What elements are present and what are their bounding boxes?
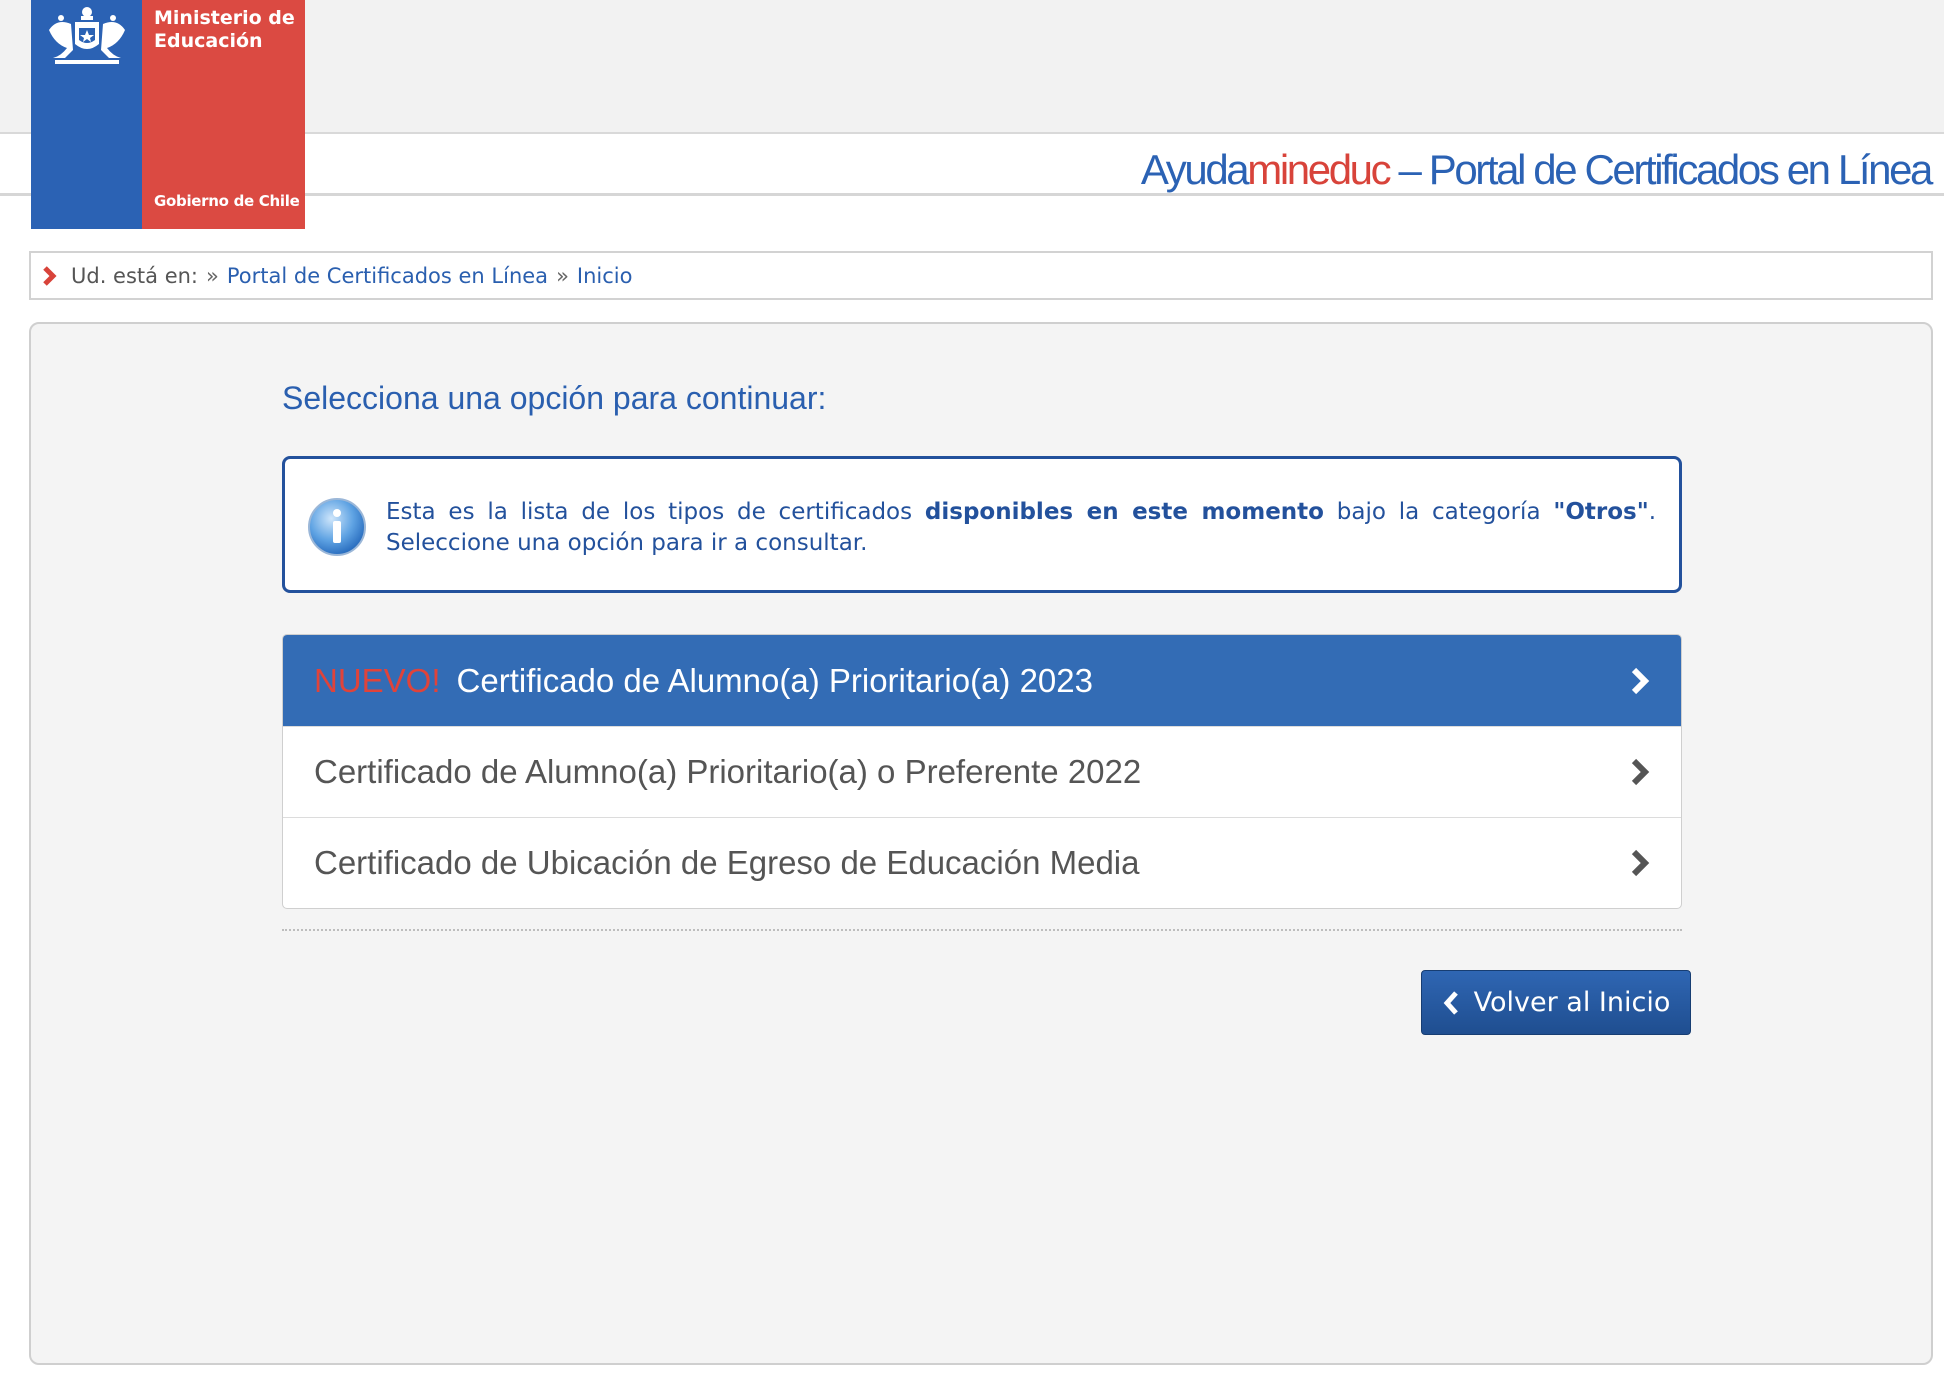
back-button-label: Volver al Inicio	[1473, 987, 1671, 1018]
site-title-mineduc: mineduc	[1247, 146, 1391, 193]
chevron-left-icon	[1443, 990, 1458, 1015]
info-text-a: Esta es la lista de los tipos de certifi…	[386, 499, 925, 525]
option-ubicacion-egreso[interactable]: Certificado de Ubicación de Egreso de Ed…	[283, 817, 1681, 908]
option-label: Certificado de Ubicación de Egreso de Ed…	[314, 844, 1140, 881]
chevron-right-icon	[1631, 849, 1650, 877]
option-label: Certificado de Alumno(a) Prioritario(a) …	[456, 661, 1093, 699]
divider	[282, 929, 1682, 931]
logo-blue-panel	[31, 0, 142, 229]
breadcrumb-link-portal[interactable]: Portal de Certificados en Línea	[227, 264, 548, 288]
breadcrumb-link-inicio[interactable]: Inicio	[577, 264, 633, 288]
option-prioritario-2023[interactable]: NUEVO! Certificado de Alumno(a) Priorita…	[283, 635, 1681, 726]
info-text-b: bajo la categoría	[1323, 499, 1554, 525]
option-label: Certificado de Alumno(a) Prioritario(a) …	[314, 753, 1142, 790]
back-to-home-button[interactable]: Volver al Inicio	[1421, 970, 1691, 1035]
site-title-portal: – Portal de Certificados en Línea	[1389, 146, 1933, 193]
info-icon	[308, 498, 366, 556]
chevron-right-icon	[1631, 758, 1650, 786]
breadcrumb-label: Ud. está en:	[71, 263, 198, 288]
chevron-right-icon	[1631, 667, 1650, 694]
chile-coat-of-arms-icon	[49, 7, 125, 64]
option-prioritario-preferente-2022[interactable]: Certificado de Alumno(a) Prioritario(a) …	[283, 726, 1681, 817]
site-title: Ayudamineduc – Portal de Certificados en…	[1140, 146, 1933, 194]
certificate-options-list: NUEVO! Certificado de Alumno(a) Priorita…	[282, 634, 1682, 909]
main-panel: Selecciona una opción para continuar: Es…	[29, 322, 1933, 1365]
logo-government-text: Gobierno de Chile	[154, 192, 300, 210]
logo-red-panel: Ministerio de Educación Gobierno de Chil…	[142, 0, 305, 229]
breadcrumb: Ud. está en: » Portal de Certificados en…	[29, 251, 1933, 300]
ministry-logo[interactable]: Ministerio de Educación Gobierno de Chil…	[31, 0, 305, 229]
page-prompt: Selecciona una opción para continuar:	[282, 380, 827, 416]
new-badge: NUEVO!	[314, 661, 441, 699]
logo-ministry-text: Ministerio de Educación	[154, 7, 295, 52]
info-text-quoted: "Otros"	[1553, 499, 1649, 525]
site-title-ayuda: Ayuda	[1140, 146, 1250, 193]
info-text: Esta es la lista de los tipos de certifi…	[386, 497, 1656, 559]
breadcrumb-separator: »	[206, 263, 219, 288]
info-box: Esta es la lista de los tipos de certifi…	[282, 456, 1682, 593]
breadcrumb-arrow-icon	[43, 265, 57, 286]
info-text-bold: disponibles en este momento	[924, 499, 1324, 525]
breadcrumb-separator: »	[556, 263, 569, 288]
